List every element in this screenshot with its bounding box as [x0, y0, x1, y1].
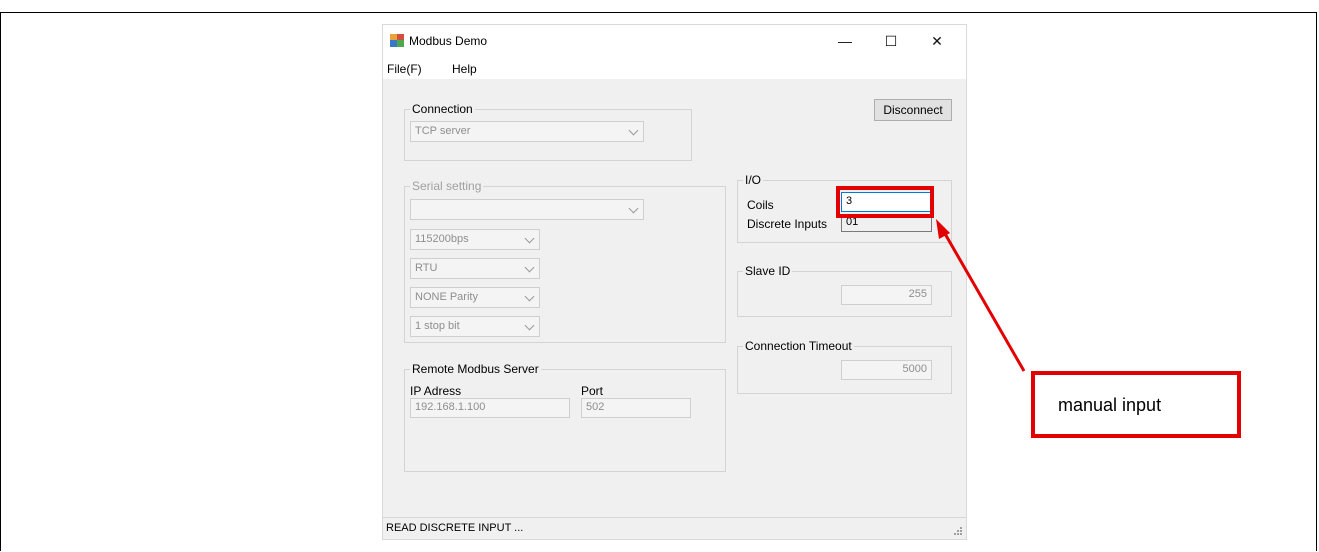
annotation-arrow-icon — [936, 219, 1026, 372]
annotation-callout: manual input — [1031, 371, 1241, 438]
annotation-text: manual input — [1058, 395, 1162, 415]
